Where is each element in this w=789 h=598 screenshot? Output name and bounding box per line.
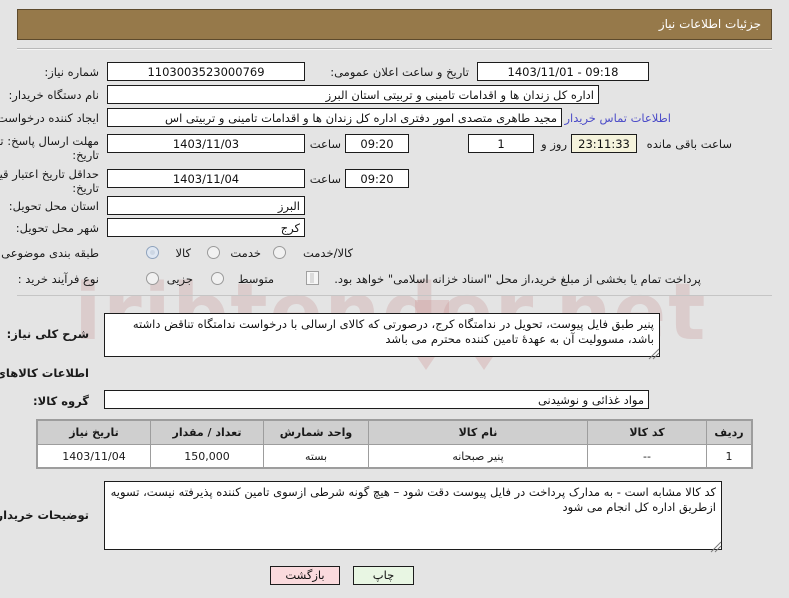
description-label: شرح کلی نیاز: bbox=[6, 327, 89, 341]
resize-grip-icon bbox=[648, 348, 660, 360]
resize-grip-icon bbox=[710, 541, 722, 553]
process-label: نوع فرآیند خرید : bbox=[17, 272, 99, 286]
announce-datetime-label: تاریخ و ساعت اعلان عمومی: bbox=[330, 65, 469, 79]
need-number-field[interactable]: 1103003523000769 bbox=[107, 62, 305, 81]
buyer-contact-link[interactable]: اطلاعات تماس خریدار bbox=[564, 111, 671, 125]
col-need-date: تاریخ نیاز bbox=[37, 420, 151, 445]
remaining-days-label: روز و bbox=[541, 137, 567, 151]
validity-label-line2: تاریخ: bbox=[72, 181, 99, 195]
validity-hour-label: ساعت bbox=[309, 172, 341, 186]
cell-code: -- bbox=[587, 444, 707, 468]
goods-section-heading: اطلاعات کالاهای مورد نیاز bbox=[0, 366, 89, 380]
deadline-hour-label: ساعت bbox=[309, 137, 341, 151]
cell-need-date: 1403/11/04 bbox=[37, 444, 151, 468]
treasury-bond-label: پرداخت تمام یا بخشی از مبلغ خرید،از محل … bbox=[334, 272, 701, 286]
deadline-date-field[interactable]: 1403/11/03 bbox=[107, 134, 305, 153]
deadline-time-field[interactable]: 09:20 bbox=[345, 134, 409, 153]
col-name: نام کالا bbox=[368, 420, 588, 445]
radio-category-kala-khedmat-label: کالا/خدمت bbox=[302, 246, 353, 260]
col-quantity: تعداد / مقدار bbox=[150, 420, 264, 445]
category-label: طبقه بندی موضوعی: bbox=[0, 246, 99, 260]
radio-category-khedmat[interactable] bbox=[207, 246, 220, 259]
deadline-label-line2: تاریخ: bbox=[72, 148, 99, 162]
buyer-org-label: نام دستگاه خریدار: bbox=[8, 88, 99, 102]
validity-label-line1: حداقل تاریخ اعتبار قیمت: تا bbox=[0, 167, 99, 181]
remaining-countdown-field: 23:11:33 bbox=[571, 134, 637, 153]
delivery-province-field[interactable]: البرز bbox=[107, 196, 305, 215]
col-row: ردیف bbox=[706, 420, 752, 445]
description-textarea[interactable]: پنیر طبق فایل پیوست، تحویل در ندامتگاه ک… bbox=[104, 313, 660, 357]
deadline-label-line1: مهلت ارسال پاسخ: تا bbox=[0, 134, 99, 148]
delivery-province-label: استان محل تحویل: bbox=[8, 199, 99, 213]
request-creator-field[interactable]: مجید طاهری متصدی امور دفتری اداره کل زند… bbox=[107, 108, 562, 127]
buyer-notes-label: توضیحات خریدار: bbox=[0, 508, 89, 522]
validity-date-field[interactable]: 1403/11/04 bbox=[107, 169, 305, 188]
page-header: جزئیات اطلاعات نیاز bbox=[17, 9, 772, 40]
radio-category-khedmat-label: خدمت bbox=[230, 246, 261, 260]
radio-process-motevasset-label: متوسط bbox=[237, 272, 274, 286]
buyer-notes-textarea[interactable]: کد کالا مشابه است - به مدارک پرداخت در ف… bbox=[104, 481, 722, 550]
need-details-page: iribtender.net جزئیات اطلاعات نیاز شماره… bbox=[0, 0, 789, 598]
table-row[interactable]: 1 -- پنیر صبحانه بسته 150,000 1403/11/04 bbox=[37, 444, 752, 468]
back-button[interactable]: بازگشت bbox=[270, 566, 340, 585]
goods-table: ردیف کد کالا نام کالا واحد شمارش تعداد /… bbox=[37, 420, 752, 468]
remaining-countdown-label: ساعت باقی مانده bbox=[646, 137, 732, 151]
radio-category-kala-khedmat[interactable] bbox=[273, 246, 286, 259]
radio-process-jozei-label: جزیی bbox=[166, 272, 193, 286]
treasury-bond-checkbox[interactable] bbox=[306, 271, 319, 285]
delivery-city-label: شهر محل تحویل: bbox=[15, 221, 99, 235]
need-number-label: شماره نیاز: bbox=[44, 65, 99, 79]
cell-name: پنیر صبحانه bbox=[368, 444, 588, 468]
col-code: کد کالا bbox=[587, 420, 707, 445]
delivery-city-field[interactable]: کرج bbox=[107, 218, 305, 237]
divider-middle bbox=[17, 295, 772, 296]
announce-datetime-field[interactable]: 09:18 - 1403/11/01 bbox=[477, 62, 649, 81]
validity-time-field[interactable]: 09:20 bbox=[345, 169, 409, 188]
divider-top bbox=[17, 48, 772, 50]
description-resize-grip[interactable] bbox=[648, 345, 660, 360]
table-header-row: ردیف کد کالا نام کالا واحد شمارش تعداد /… bbox=[37, 420, 752, 445]
goods-group-field[interactable]: مواد غذائی و نوشیدنی bbox=[104, 390, 649, 409]
buyer-org-field[interactable]: اداره کل زندان ها و اقدامات تامینی و ترب… bbox=[107, 85, 599, 104]
cell-row: 1 bbox=[706, 444, 752, 468]
radio-process-motevasset[interactable] bbox=[211, 272, 224, 285]
buyer-notes-resize-grip[interactable] bbox=[710, 538, 722, 553]
remaining-days-field[interactable]: 1 bbox=[468, 134, 534, 153]
radio-process-jozei[interactable] bbox=[146, 272, 159, 285]
cell-unit: بسته bbox=[263, 444, 369, 468]
cell-quantity: 150,000 bbox=[150, 444, 264, 468]
page-title: جزئیات اطلاعات نیاز bbox=[658, 17, 761, 31]
radio-category-kala[interactable] bbox=[146, 246, 159, 259]
radio-category-kala-label: کالا bbox=[175, 246, 191, 260]
print-button[interactable]: چاپ bbox=[353, 566, 414, 585]
goods-table-wrapper: ردیف کد کالا نام کالا واحد شمارش تعداد /… bbox=[36, 419, 753, 469]
request-creator-label: ایجاد کننده درخواست: bbox=[0, 111, 99, 125]
col-unit: واحد شمارش bbox=[263, 420, 369, 445]
goods-group-label: گروه کالا: bbox=[33, 394, 89, 408]
